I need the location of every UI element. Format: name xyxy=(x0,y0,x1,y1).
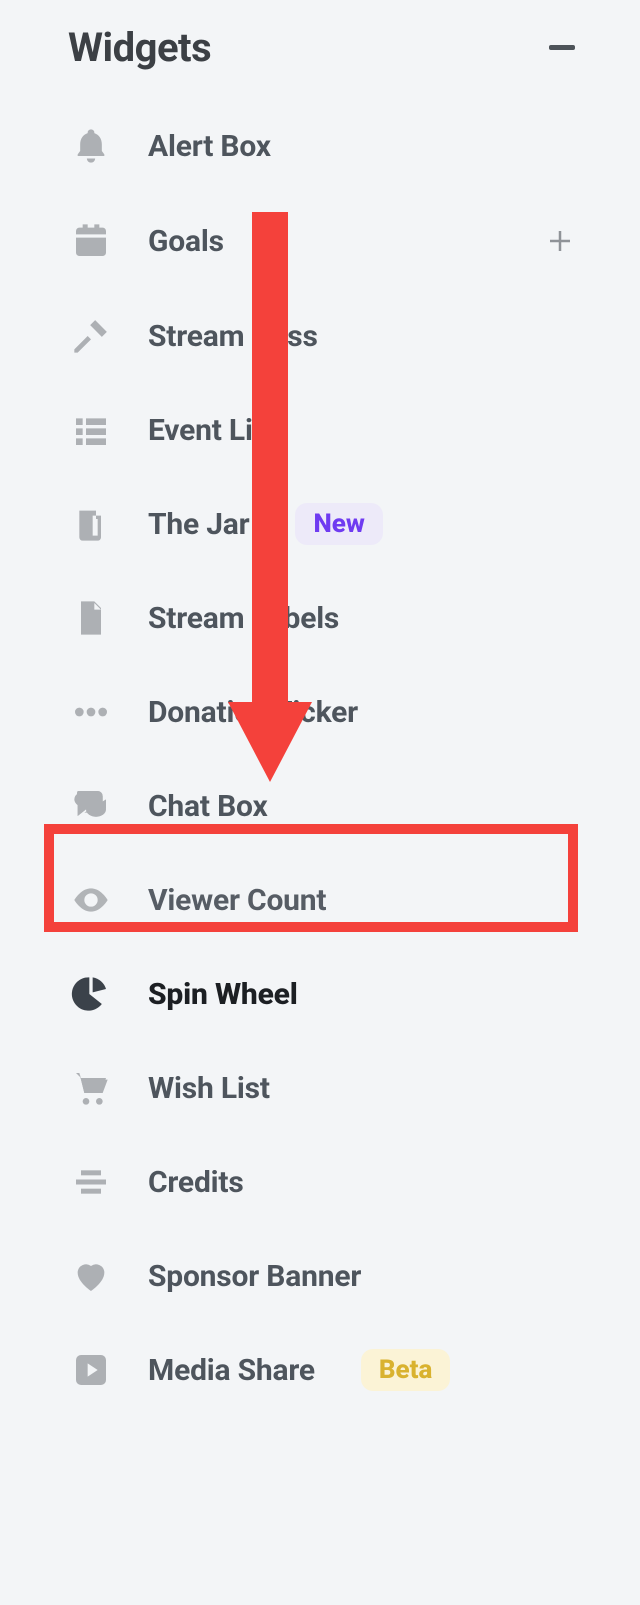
minus-icon xyxy=(549,45,575,50)
widget-label: Chat Box xyxy=(148,789,268,824)
widget-item-viewer-count[interactable]: Viewer Count xyxy=(68,853,584,947)
jar-icon xyxy=(70,503,112,545)
widget-item-alert-box[interactable]: Alert Box xyxy=(68,99,584,193)
widget-item-wish-list[interactable]: Wish List xyxy=(68,1041,584,1135)
calendar-icon xyxy=(70,220,112,262)
align-center-icon xyxy=(70,1161,112,1203)
widget-item-chat-box[interactable]: Chat Box xyxy=(68,759,584,853)
widget-item-donation-ticker[interactable]: Donation Ticker xyxy=(68,665,584,759)
widget-label: Alert Box xyxy=(148,129,271,164)
widget-item-stream-boss[interactable]: Stream Boss xyxy=(68,289,584,383)
beta-badge: Beta xyxy=(361,1349,451,1391)
widget-label: Event List xyxy=(148,413,278,448)
panel-header: Widgets xyxy=(68,24,584,71)
eye-icon xyxy=(70,879,112,921)
chat-icon xyxy=(70,785,112,827)
widget-item-goals[interactable]: Goals xyxy=(68,193,584,289)
list-icon xyxy=(70,409,112,451)
widget-item-the-jar[interactable]: The Jar New xyxy=(68,477,584,571)
widget-label: Stream Boss xyxy=(148,319,318,354)
widget-label: Credits xyxy=(148,1165,244,1200)
widget-label: Sponsor Banner xyxy=(148,1259,361,1294)
widget-label: Goals xyxy=(148,224,224,259)
widget-item-spin-wheel[interactable]: Spin Wheel xyxy=(68,947,584,1041)
play-icon xyxy=(70,1349,112,1391)
widget-item-credits[interactable]: Credits xyxy=(68,1135,584,1229)
widget-label: The Jar xyxy=(148,507,249,542)
bell-icon xyxy=(70,125,112,167)
collapse-button[interactable] xyxy=(540,26,584,70)
widget-label: Spin Wheel xyxy=(148,977,298,1012)
widget-list: Alert Box Goals Stream Boss Event List xyxy=(68,99,584,1417)
widget-label: Wish List xyxy=(148,1071,270,1106)
new-badge: New xyxy=(295,503,382,545)
widget-item-sponsor-banner[interactable]: Sponsor Banner xyxy=(68,1229,584,1323)
widget-label: Viewer Count xyxy=(148,883,326,918)
pie-chart-icon xyxy=(70,973,112,1015)
add-goal-button[interactable] xyxy=(538,219,582,263)
widget-item-stream-labels[interactable]: Stream Labels xyxy=(68,571,584,665)
gavel-icon xyxy=(70,315,112,357)
widget-item-media-share[interactable]: Media Share Beta xyxy=(68,1323,584,1417)
widget-label: Media Share xyxy=(148,1353,315,1388)
widget-label: Stream Labels xyxy=(148,601,339,636)
heart-icon xyxy=(70,1255,112,1297)
cart-icon xyxy=(70,1067,112,1109)
panel-title: Widgets xyxy=(68,24,211,71)
ellipsis-icon xyxy=(70,691,112,733)
widget-label: Donation Ticker xyxy=(148,695,358,730)
file-icon xyxy=(70,597,112,639)
widgets-panel: Widgets Alert Box Goals Stream Boss xyxy=(0,0,640,1457)
widget-item-event-list[interactable]: Event List xyxy=(68,383,584,477)
